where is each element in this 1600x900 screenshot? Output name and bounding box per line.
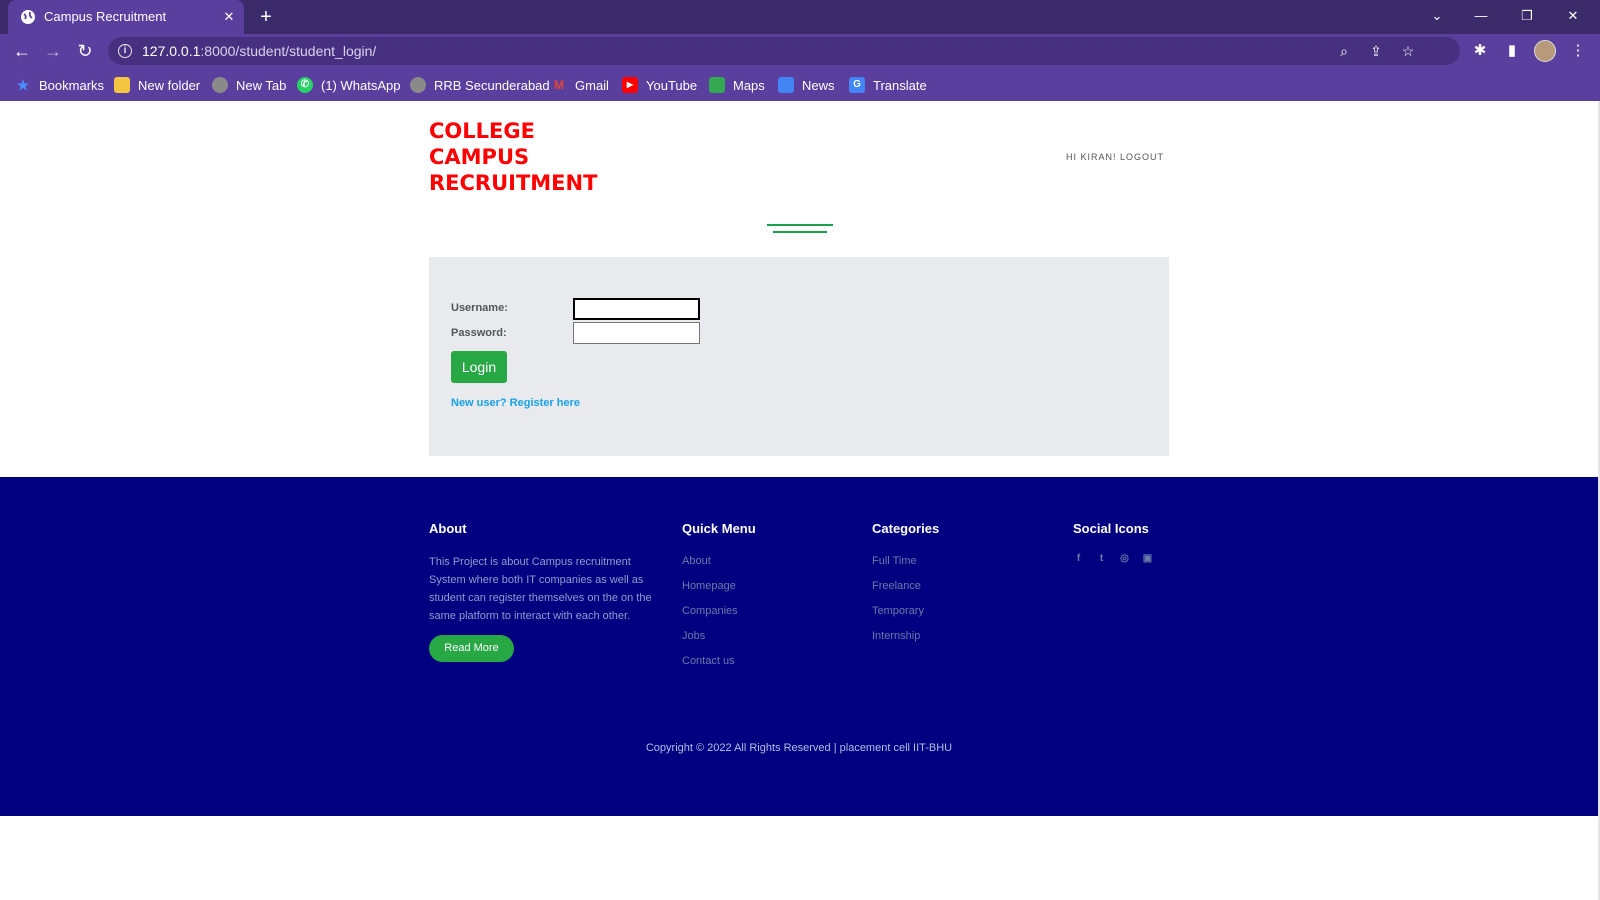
category-temporary[interactable]: Temporary <box>872 604 924 629</box>
youtube-icon[interactable]: ▣ <box>1142 553 1153 564</box>
brand-line-1: COLLEGE <box>429 119 535 143</box>
extensions-icon[interactable]: ✱ <box>1470 41 1490 61</box>
close-tab-icon[interactable]: ✕ <box>220 8 238 26</box>
tab-title: Campus Recruitment <box>44 9 167 24</box>
login-button[interactable]: Login <box>451 351 507 383</box>
page-viewport: COLLEGE CAMPUS RECRUITMENT HI KIRAN! LOG… <box>0 101 1600 900</box>
title-divider <box>767 224 833 226</box>
url-text[interactable]: 127.0.0.1:8000/student/student_login/ <box>142 43 376 59</box>
twitter-icon[interactable]: t <box>1096 553 1107 564</box>
quick-menu-jobs[interactable]: Jobs <box>682 629 738 654</box>
title-divider-underline <box>773 231 827 233</box>
password-label: Password: <box>451 327 507 339</box>
logout-link[interactable]: HI KIRAN! LOGOUT <box>1066 152 1164 162</box>
register-link[interactable]: New user? Register here <box>451 397 580 409</box>
bookmark-bookmarks[interactable]: ★ Bookmarks <box>15 75 104 95</box>
brand-line-2: CAMPUS <box>429 145 530 169</box>
categories-list: Full Time Freelance Temporary Internship <box>872 554 924 654</box>
quick-menu-companies[interactable]: Companies <box>682 604 738 629</box>
bookmark-star-icon[interactable]: ☆ <box>1398 41 1418 61</box>
bookmarks-bar: ★ Bookmarks New folder New Tab ✆ (1) Whats… <box>0 68 1600 101</box>
social-icons: f t ◎ ▣ <box>1073 553 1153 564</box>
back-arrow-icon[interactable]: ← <box>10 39 34 63</box>
profile-avatar[interactable] <box>1534 40 1556 62</box>
new-tab-button[interactable]: + <box>254 5 278 29</box>
folder-icon <box>114 77 130 93</box>
bookmark-new-folder[interactable]: New folder <box>114 75 200 95</box>
globe-icon <box>212 77 228 93</box>
address-bar[interactable]: i 127.0.0.1:8000/student/student_login/ … <box>108 37 1460 65</box>
news-icon <box>778 77 794 93</box>
maps-icon <box>709 77 725 93</box>
bookmark-gmail[interactable]: M Gmail <box>551 75 609 95</box>
share-icon[interactable]: ⇪ <box>1366 41 1386 61</box>
zoom-icon[interactable]: ⌕ <box>1334 41 1354 61</box>
menu-kebab-icon[interactable]: ⋮ <box>1568 41 1588 61</box>
bookmark-youtube[interactable]: ▶ YouTube <box>622 75 697 95</box>
minimize-icon[interactable]: — <box>1467 4 1495 28</box>
bookmark-rrb-secunderabad[interactable]: RRB Secunderabad <box>410 75 550 95</box>
translate-icon: G <box>849 77 865 93</box>
username-input[interactable] <box>573 298 700 320</box>
bookmark-maps[interactable]: Maps <box>709 75 765 95</box>
quick-menu-homepage[interactable]: Homepage <box>682 579 738 604</box>
instagram-icon[interactable]: ◎ <box>1119 553 1130 564</box>
facebook-icon[interactable]: f <box>1073 553 1084 564</box>
copyright-text: Copyright © 2022 All Rights Reserved | p… <box>645 742 953 754</box>
category-internship[interactable]: Internship <box>872 629 924 654</box>
brand-line-3: RECRUITMENT <box>429 171 598 195</box>
site-logo[interactable]: COLLEGE CAMPUS RECRUITMENT <box>429 118 629 196</box>
whatsapp-icon: ✆ <box>297 77 313 93</box>
bookmark-translate[interactable]: G Translate <box>849 75 927 95</box>
globe-icon <box>21 10 35 24</box>
footer-social-heading: Social Icons <box>1073 521 1149 536</box>
category-freelance[interactable]: Freelance <box>872 579 924 604</box>
youtube-icon: ▶ <box>622 77 638 93</box>
quick-menu-about[interactable]: About <box>682 554 738 579</box>
site-footer: About This Project is about Campus recru… <box>0 477 1598 816</box>
close-window-icon[interactable]: ✕ <box>1559 4 1587 28</box>
gmail-icon: M <box>554 78 564 92</box>
quick-menu-list: About Homepage Companies Jobs Contact us <box>682 554 738 679</box>
category-full-time[interactable]: Full Time <box>872 554 924 579</box>
site-info-icon[interactable]: i <box>118 44 132 58</box>
login-form: Username: Password: Login New user? Regi… <box>429 257 1169 456</box>
footer-about-heading: About <box>429 521 467 536</box>
globe-icon <box>410 77 426 93</box>
browser-toolbar: ← → ↻ i 127.0.0.1:8000/student/student_l… <box>0 34 1600 68</box>
read-more-button[interactable]: Read More <box>429 635 514 662</box>
side-panel-icon[interactable]: ▮ <box>1502 41 1522 61</box>
reload-icon[interactable]: ↻ <box>73 39 97 63</box>
browser-tab-strip: Campus Recruitment ✕ + ⌄ — ❐ ✕ <box>0 0 1600 34</box>
browser-tab-active[interactable]: Campus Recruitment ✕ <box>8 0 244 34</box>
forward-arrow-icon[interactable]: → <box>41 39 65 63</box>
password-input[interactable] <box>573 322 700 344</box>
footer-quick-menu-heading: Quick Menu <box>682 521 756 536</box>
restore-icon[interactable]: ❐ <box>1513 4 1541 28</box>
quick-menu-contact-us[interactable]: Contact us <box>682 654 738 679</box>
bookmark-news[interactable]: News <box>778 75 835 95</box>
footer-about-text: This Project is about Campus recruitment… <box>429 556 652 622</box>
username-label: Username: <box>451 302 508 314</box>
tab-search-icon[interactable]: ⌄ <box>1423 4 1451 28</box>
bookmark-whatsapp[interactable]: ✆ (1) WhatsApp <box>297 75 400 95</box>
footer-categories-heading: Categories <box>872 521 940 536</box>
bookmark-new-tab[interactable]: New Tab <box>212 75 286 95</box>
star-icon: ★ <box>16 77 30 93</box>
